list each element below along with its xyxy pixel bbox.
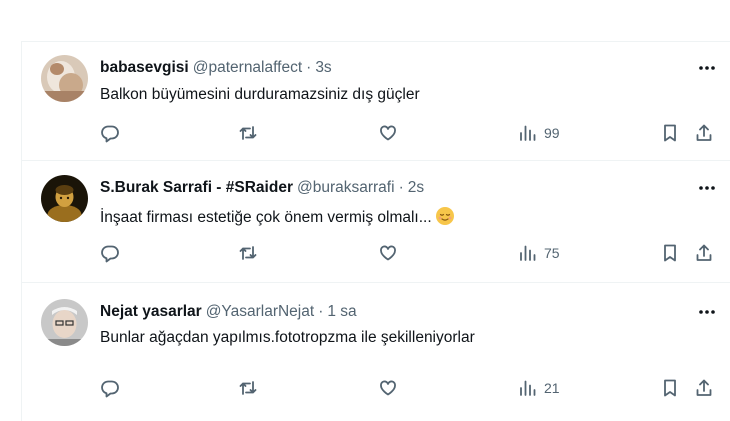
bookmark-icon	[664, 124, 676, 142]
retweet-button[interactable]	[238, 376, 258, 400]
heart-icon	[380, 380, 396, 396]
tweet-text: İnşaat firması estetiğe çok önem vermiş …	[100, 206, 455, 232]
bookmark-button[interactable]	[660, 121, 680, 145]
heart-icon	[380, 125, 396, 141]
timestamp[interactable]: 2s	[408, 179, 424, 196]
views-count: 21	[544, 380, 560, 396]
retweet-icon	[239, 126, 257, 140]
views-count: 75	[544, 245, 560, 261]
tweet-header: babasevgisi @paternalaffect · 3s	[100, 58, 332, 78]
views-chart-icon	[520, 245, 536, 261]
reply-icon	[101, 125, 119, 143]
share-button[interactable]	[694, 376, 714, 400]
retweet-button[interactable]	[238, 121, 258, 145]
retweet-icon	[239, 381, 257, 395]
action-bar: 99	[100, 121, 721, 145]
tweet[interactable]: S.Burak Sarrafi - #SRaider @buraksarrafi ·…	[22, 161, 730, 283]
action-bar: 75	[100, 241, 721, 265]
views-button[interactable]: 75	[518, 241, 560, 265]
avatar[interactable]	[41, 55, 88, 102]
views-count: 99	[544, 125, 560, 141]
display-name[interactable]: S.Burak Sarrafi - #SRaider	[100, 179, 293, 196]
reply-icon	[101, 380, 119, 398]
views-chart-icon	[520, 380, 536, 396]
timestamp[interactable]: 1 sa	[327, 303, 356, 320]
tweet[interactable]: Nejat yasarlar @YasarlarNejat · 1 sa Bunlar…	[22, 283, 730, 421]
display-name[interactable]: Nejat yasarlar	[100, 303, 202, 320]
tweet-feed: babasevgisi @paternalaffect · 3s Balkon büy…	[21, 41, 730, 421]
views-button[interactable]: 99	[518, 121, 560, 145]
retweet-button[interactable]	[238, 241, 258, 265]
separator-dot: ·	[318, 303, 324, 320]
bookmark-icon	[664, 244, 676, 262]
views-chart-icon	[520, 125, 536, 141]
reply-button[interactable]	[100, 241, 120, 265]
avatar[interactable]	[41, 299, 88, 346]
like-button[interactable]	[378, 121, 398, 145]
relieved-face-emoji	[435, 206, 455, 232]
user-handle[interactable]: @YasarlarNejat	[206, 303, 315, 320]
tweet-text: Balkon büyümesini durduramazsiniz dış gü…	[100, 86, 420, 103]
more-dots-icon[interactable]	[697, 302, 717, 322]
tweet-header: S.Burak Sarrafi - #SRaider @buraksarrafi ·…	[100, 178, 424, 198]
share-button[interactable]	[694, 241, 714, 265]
like-button[interactable]	[378, 376, 398, 400]
bookmark-button[interactable]	[660, 376, 680, 400]
display-name[interactable]: babasevgisi	[100, 59, 189, 76]
share-icon	[696, 124, 712, 141]
separator-dot: ·	[306, 59, 312, 76]
share-icon	[696, 244, 712, 261]
tweet-header: Nejat yasarlar @YasarlarNejat · 1 sa	[100, 302, 357, 322]
avatar[interactable]	[41, 175, 88, 222]
more-dots-icon[interactable]	[697, 58, 717, 78]
user-handle[interactable]: @buraksarrafi	[297, 179, 395, 196]
heart-icon	[380, 245, 396, 261]
views-button[interactable]: 21	[518, 376, 560, 400]
user-handle[interactable]: @paternalaffect	[193, 59, 302, 76]
tweet-text: Bunlar ağaçdan yapılmıs.fototropzma ile …	[100, 329, 475, 346]
reply-button[interactable]	[100, 376, 120, 400]
tweet-text-content: İnşaat firması estetiğe çok önem vermiş …	[100, 209, 432, 226]
tweet[interactable]: babasevgisi @paternalaffect · 3s Balkon büy…	[22, 42, 730, 161]
share-button[interactable]	[694, 121, 714, 145]
reply-button[interactable]	[100, 121, 120, 145]
separator-dot: ·	[398, 179, 404, 196]
timestamp[interactable]: 3s	[315, 59, 331, 76]
bookmark-icon	[664, 379, 676, 397]
retweet-icon	[239, 246, 257, 260]
more-dots-icon[interactable]	[697, 178, 717, 198]
bookmark-button[interactable]	[660, 241, 680, 265]
like-button[interactable]	[378, 241, 398, 265]
action-bar: 21	[100, 376, 721, 400]
reply-icon	[101, 245, 119, 263]
share-icon	[696, 379, 712, 396]
